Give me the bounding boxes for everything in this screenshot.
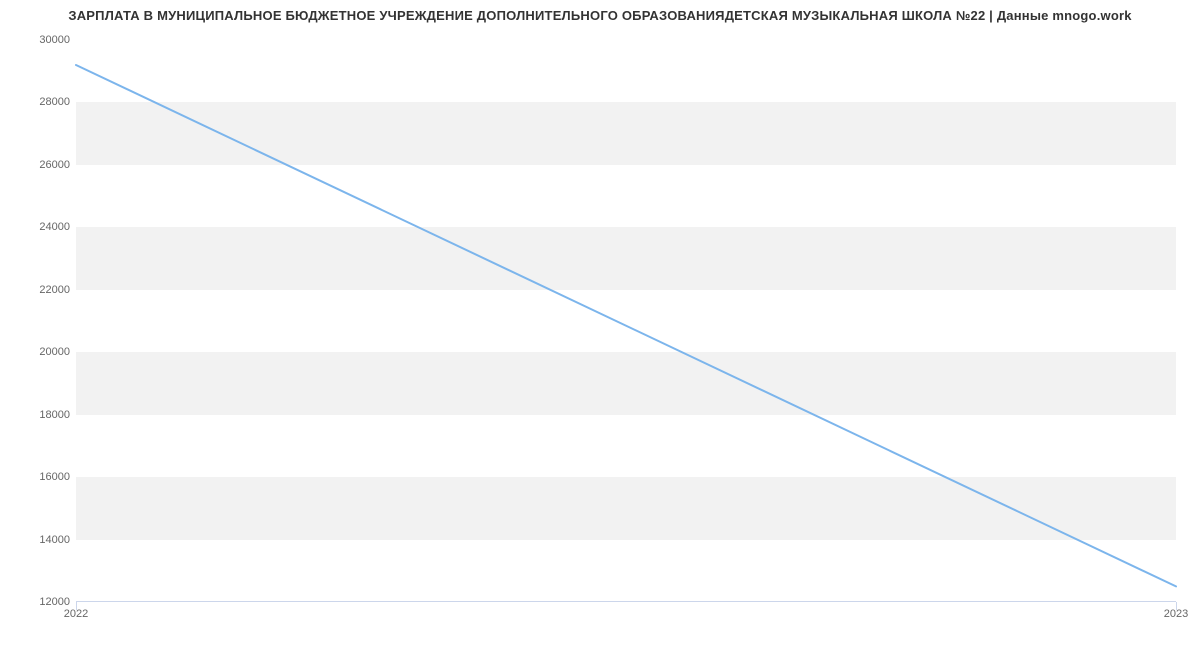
plot-area: [76, 40, 1176, 602]
y-tick-label: 28000: [10, 96, 70, 108]
chart-line-layer: [76, 40, 1176, 602]
chart-container: ЗАРПЛАТА В МУНИЦИПАЛЬНОЕ БЮДЖЕТНОЕ УЧРЕЖ…: [0, 0, 1200, 650]
y-tick-label: 20000: [10, 346, 70, 358]
chart-title: ЗАРПЛАТА В МУНИЦИПАЛЬНОЕ БЮДЖЕТНОЕ УЧРЕЖ…: [0, 8, 1200, 23]
x-tick-mark: [76, 602, 77, 610]
series-line: [76, 65, 1176, 586]
y-tick-label: 24000: [10, 221, 70, 233]
y-tick-label: 14000: [10, 534, 70, 546]
y-tick-label: 16000: [10, 471, 70, 483]
y-tick-label: 30000: [10, 34, 70, 46]
y-tick-label: 26000: [10, 159, 70, 171]
y-tick-label: 22000: [10, 284, 70, 296]
y-tick-label: 18000: [10, 409, 70, 421]
y-tick-label: 12000: [10, 596, 70, 608]
x-tick-mark: [1176, 602, 1177, 610]
x-axis-line: [76, 601, 1176, 602]
